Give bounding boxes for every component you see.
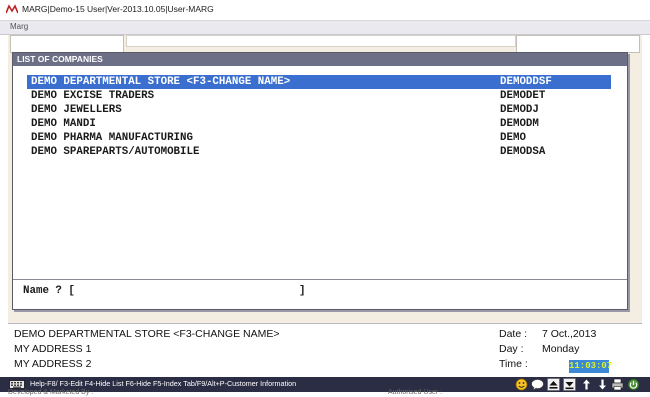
company-info-panel: DEMO DEPARTMENTAL STORE <F3-CHANGE NAME>… — [8, 323, 642, 378]
printer-icon[interactable] — [611, 378, 624, 391]
company-code: DEMODM — [500, 118, 539, 130]
company-row[interactable]: DEMO JEWELLERS DEMODJ — [27, 103, 627, 117]
company-row[interactable]: DEMO SPAREPARTS/AUTOMOBILE DEMODSA — [27, 145, 627, 159]
day-value: Monday — [542, 343, 580, 355]
menubar: Marg — [0, 21, 650, 35]
company-code: DEMODET — [500, 90, 546, 102]
menu-marg[interactable]: Marg — [10, 22, 28, 31]
company-name: DEMO EXCISE TRADERS — [31, 90, 155, 102]
arrow-up-icon[interactable] — [580, 378, 593, 391]
background-panel-left — [10, 35, 124, 53]
arrow-down-icon[interactable] — [596, 378, 609, 391]
company-name: DEMO DEPARTMENTAL STORE <F3-CHANGE NAME> — [31, 76, 291, 88]
company-name: DEMO PHARMA MANUFACTURING — [31, 132, 193, 144]
name-prompt-label: Name ? [ — [23, 285, 75, 297]
exit-icon[interactable] — [627, 378, 640, 391]
info-company-name: DEMO DEPARTMENTAL STORE <F3-CHANGE NAME> — [14, 328, 280, 340]
company-name: DEMO JEWELLERS — [31, 104, 122, 116]
company-code: DEMODSA — [500, 146, 546, 158]
window-titlebar: MARG|Demo-15 User|Ver-2013.10.05|User-MA… — [0, 0, 650, 21]
dialog-title: LIST OF COMPANIES — [13, 53, 627, 66]
help-shortcuts-text: Help-F8/ F3-Edit F4-Hide List F6-Hide F5… — [30, 379, 297, 388]
name-prompt-close: ] — [299, 285, 306, 297]
divider — [13, 279, 627, 280]
download-icon[interactable] — [563, 378, 576, 391]
footer-strip: Developed & Marketed By : Authorised Use… — [0, 389, 650, 397]
company-row[interactable]: DEMO EXCISE TRADERS DEMODET — [27, 89, 627, 103]
day-label: Day : Monday — [499, 343, 579, 355]
time-value: 11:03:07 — [569, 360, 613, 373]
company-list: DEMO DEPARTMENTAL STORE <F3-CHANGE NAME>… — [27, 75, 627, 255]
company-code: DEMODDSF — [500, 76, 552, 88]
info-address-1: MY ADDRESS 1 — [14, 343, 92, 355]
company-code: DEMODJ — [500, 104, 539, 116]
background-panel-center — [126, 35, 516, 47]
name-search-input[interactable] — [95, 287, 297, 298]
company-row[interactable]: DEMO PHARMA MANUFACTURING DEMO — [27, 131, 627, 145]
date-label: Date : 7 Oct.,2013 — [499, 328, 596, 340]
date-value: 7 Oct.,2013 — [542, 328, 597, 340]
company-row[interactable]: DEMO MANDI DEMODM — [27, 117, 627, 131]
company-row[interactable]: DEMO DEPARTMENTAL STORE <F3-CHANGE NAME>… — [27, 75, 611, 89]
marg-logo-icon — [6, 4, 18, 14]
window-title: MARG|Demo-15 User|Ver-2013.10.05|User-MA… — [22, 4, 214, 14]
company-name: DEMO SPAREPARTS/AUTOMOBILE — [31, 146, 200, 158]
day-label-text: Day : — [499, 343, 524, 355]
info-address-2: MY ADDRESS 2 — [14, 358, 92, 370]
time-label: Time : — [499, 358, 528, 370]
company-name: DEMO MANDI — [31, 118, 96, 130]
eject-icon[interactable] — [547, 378, 560, 391]
footer-authorised-user: Authorised User : — [388, 389, 443, 396]
smiley-icon[interactable] — [515, 378, 528, 391]
company-code: DEMO — [500, 132, 526, 144]
list-of-companies-dialog: LIST OF COMPANIES DEMO DEPARTMENTAL STOR… — [12, 52, 628, 310]
keyboard-icon — [9, 380, 25, 389]
statusbar: Help-F8/ F3-Edit F4-Hide List F6-Hide F5… — [0, 377, 650, 392]
background-panel-right — [516, 35, 640, 53]
chat-icon[interactable] — [531, 378, 544, 391]
time-label-text: Time : — [499, 358, 528, 370]
footer-developed-by: Developed & Marketed By : — [8, 389, 94, 396]
date-label-text: Date : — [499, 328, 528, 340]
